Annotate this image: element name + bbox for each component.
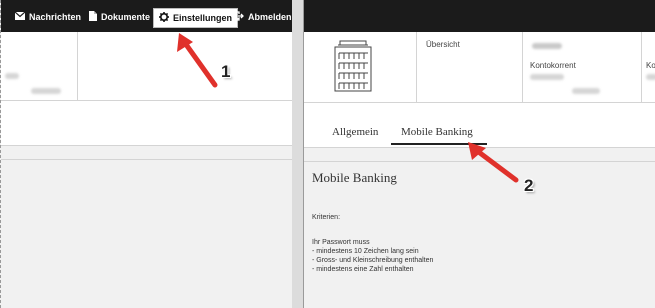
divider <box>1 159 292 160</box>
nav-messages-label: Nachrichten <box>29 12 82 22</box>
account-type-label-cut: Kon <box>646 61 655 70</box>
nav-logout-label: Abmelden <box>248 12 292 22</box>
password-rule: - Gross- und Kleinschreibung enthalten <box>312 257 434 264</box>
nav-documents-label: Dokumente <box>101 12 151 22</box>
top-navigation-bar <box>304 0 655 32</box>
envelope-icon <box>14 11 26 22</box>
header-divider <box>416 32 417 102</box>
criteria-label: Kriterien: <box>312 214 341 221</box>
bank-building-logo <box>332 38 374 99</box>
section-title: Mobile Banking <box>312 170 397 185</box>
header-divider <box>641 32 642 102</box>
nav-settings-link[interactable]: Einstellungen <box>153 8 239 28</box>
redacted-text <box>646 74 655 80</box>
header-divider <box>522 32 523 102</box>
nav-messages-link[interactable]: Nachrichten <box>14 9 82 25</box>
password-rule: - mindestens eine Zahl enthalten <box>312 266 414 273</box>
tab-general[interactable]: Allgemein <box>332 126 378 138</box>
filter-icon[interactable] <box>596 37 605 55</box>
redacted-account-number <box>530 74 564 80</box>
annotation-number-2: 2 <box>524 176 534 195</box>
annotation-number-1: 1 <box>221 62 231 81</box>
divider <box>1 145 292 146</box>
account-type-label: Kontokorrent <box>530 61 576 70</box>
redacted-balance <box>572 88 600 94</box>
annotation-arrow-2 <box>468 142 519 183</box>
nav-settings-label: Einstellungen <box>173 13 233 23</box>
overview-label: Übersicht <box>426 40 460 49</box>
nav-logout-link[interactable]: Abmelden <box>234 9 292 25</box>
document-icon <box>89 11 97 23</box>
redacted-amount <box>31 88 61 94</box>
redacted-account-name <box>532 43 562 49</box>
left-screenshot-panel: Nachrichten Dokumente Einstellungen Abme… <box>0 0 292 308</box>
gear-icon <box>159 12 169 24</box>
tab-area <box>1 101 292 145</box>
logout-icon <box>234 11 244 23</box>
nav-documents-link[interactable]: Dokumente <box>89 9 150 25</box>
annotation-arrow-1 <box>177 33 218 88</box>
right-screenshot-panel: Übersicht Kontokorrent Kon Allgemein Mob… <box>303 0 655 308</box>
redacted-text <box>5 73 19 79</box>
password-rule: - mindestens 10 Zeichen lang sein <box>312 248 419 255</box>
password-intro: Ihr Passwort muss <box>312 239 370 246</box>
header-divider <box>77 32 78 100</box>
tab-mobile-banking[interactable]: Mobile Banking <box>401 126 473 138</box>
